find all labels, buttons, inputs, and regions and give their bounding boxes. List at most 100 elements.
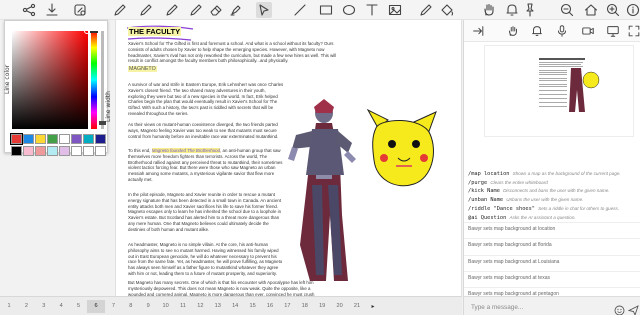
rectangle-icon[interactable] [318, 2, 334, 18]
color-swatch[interactable] [35, 146, 46, 156]
page-number-button[interactable]: 18 [298, 300, 312, 313]
color-swatch[interactable] [47, 146, 58, 156]
page-number-button[interactable]: 12 [193, 300, 207, 313]
command-description: Clears the entire whiteboard [490, 179, 548, 185]
command-description: Asks the AI assistant a question. [509, 214, 576, 220]
zoom-in-icon[interactable] [605, 2, 621, 18]
sidebar-collapse-icon[interactable] [471, 24, 485, 38]
document-page[interactable]: THE FACULTY Xavier's School for The Gift… [115, 20, 462, 296]
command-description: Sets a riddle in chat for others to gues… [538, 205, 620, 211]
page-number-button[interactable]: 7 [106, 300, 120, 313]
line-icon[interactable] [292, 2, 308, 18]
color-swatch[interactable] [71, 146, 82, 156]
ellipse-icon[interactable] [341, 2, 357, 18]
page-number-button[interactable]: 16 [263, 300, 277, 313]
pen-icon[interactable] [138, 2, 154, 18]
line-width-slider[interactable] [101, 31, 104, 129]
saturation-value-area[interactable] [12, 31, 88, 129]
color-swatch[interactable] [71, 134, 82, 144]
fullscreen-icon[interactable] [627, 24, 640, 38]
page-number-button[interactable]: 17 [280, 300, 294, 313]
page-number-button[interactable]: 15 [246, 300, 260, 313]
command-name: @ai Question [468, 214, 510, 221]
share-icon[interactable] [21, 2, 37, 18]
command-help-line: /unban Name Unbans the user with the giv… [468, 197, 583, 203]
page-navigation: 1 2 3 4 5 6 7 8 9 10 11 12 13 14 15 16 17 18 19 20 21 ▸ [0, 296, 462, 315]
command-help-line: /kick Name Disconnects and bans the user… [468, 188, 610, 194]
pen-icon[interactable] [188, 2, 204, 18]
highlighter-icon[interactable] [228, 2, 244, 18]
bell-icon[interactable] [530, 24, 544, 38]
microphone-icon[interactable] [555, 24, 569, 38]
pen-pressure-icon[interactable] [72, 2, 88, 18]
pen-icon[interactable] [418, 2, 434, 18]
video-camera-icon[interactable] [581, 24, 595, 38]
color-swatch[interactable] [10, 133, 23, 145]
bell-icon[interactable] [504, 2, 520, 18]
pen-icon[interactable] [164, 2, 180, 18]
color-swatch[interactable] [83, 134, 94, 144]
magneto-image[interactable] [286, 95, 358, 285]
page-number-button[interactable]: 4 [54, 300, 68, 313]
command-help-line: /map location Shows a map as the backgro… [468, 171, 621, 177]
color-swatch[interactable] [35, 134, 46, 144]
chat-log: /map location Shows a map as the backgro… [464, 169, 640, 311]
image-icon[interactable] [387, 2, 403, 18]
page-thumbnail-preview[interactable] [484, 45, 634, 137]
pointer-icon[interactable] [256, 2, 272, 18]
color-swatch[interactable] [59, 134, 70, 144]
pen-icon[interactable] [112, 2, 128, 18]
home-icon[interactable] [583, 2, 599, 18]
info-icon[interactable] [625, 2, 640, 18]
download-icon[interactable] [44, 2, 60, 18]
page-number-button[interactable]: 11 [176, 300, 190, 313]
color-swatch[interactable] [59, 146, 70, 156]
page-number-button[interactable]: 14 [228, 300, 242, 313]
paragraph-views: As their views on mutant-human coexisten… [128, 122, 279, 139]
hue-slider[interactable] [91, 31, 97, 129]
page-number-button[interactable]: 8 [124, 300, 138, 313]
page-number-button[interactable]: 13 [211, 300, 225, 313]
page-number-button[interactable]: 21 [350, 300, 364, 313]
page-number-button[interactable]: 6 [87, 300, 105, 313]
paint-bucket-icon[interactable] [439, 2, 455, 18]
page-number-button[interactable]: 20 [333, 300, 347, 313]
color-swatch[interactable] [95, 134, 106, 144]
color-swatch[interactable] [23, 146, 34, 156]
color-swatch[interactable] [23, 134, 34, 144]
monitor-icon[interactable] [606, 24, 620, 38]
message-divider [464, 222, 640, 223]
command-name: /map location [468, 171, 513, 177]
page-number-button[interactable]: 3 [37, 300, 51, 313]
page-number-button[interactable]: 10 [159, 300, 173, 313]
chat-message-input[interactable] [471, 301, 611, 313]
color-swatch[interactable] [95, 146, 106, 156]
page-number-button[interactable]: 2 [19, 300, 33, 313]
color-swatch[interactable] [83, 146, 94, 156]
hue-slider-thumb[interactable] [90, 31, 98, 33]
hand-icon[interactable] [481, 2, 497, 18]
zoom-out-icon[interactable] [559, 2, 575, 18]
send-icon[interactable] [627, 301, 639, 315]
pikachu-sketch-drawing[interactable] [366, 108, 440, 192]
page-title: THE FACULTY [128, 27, 182, 36]
command-help-line: /purge Clears the entire whiteboard [468, 180, 548, 186]
panel-toolbar [464, 20, 640, 42]
section-heading: MAGNETO [128, 66, 157, 72]
text-icon[interactable] [364, 2, 380, 18]
pin-icon[interactable] [522, 2, 538, 18]
page-number-button[interactable]: 1 [2, 300, 16, 313]
color-swatch[interactable] [47, 134, 58, 144]
eraser-icon[interactable] [208, 2, 224, 18]
page-number-button[interactable]: 5 [72, 300, 86, 313]
highlighted-phrase: Magneto founded The Brotherhood [151, 148, 221, 153]
paragraph-headmaster: As headmaster, Magneto is no simple vill… [128, 242, 283, 276]
chat-message: Bawyr sets map background at Louisiana [468, 258, 560, 265]
page-number-button[interactable]: 19 [315, 300, 329, 313]
next-page-button[interactable]: ▸ [369, 300, 377, 313]
color-swatch[interactable] [11, 146, 22, 156]
hand-wave-icon[interactable] [506, 24, 520, 38]
emoji-icon[interactable] [614, 301, 625, 315]
page-number-button[interactable]: 9 [141, 300, 155, 313]
command-name: /purge [468, 179, 491, 186]
